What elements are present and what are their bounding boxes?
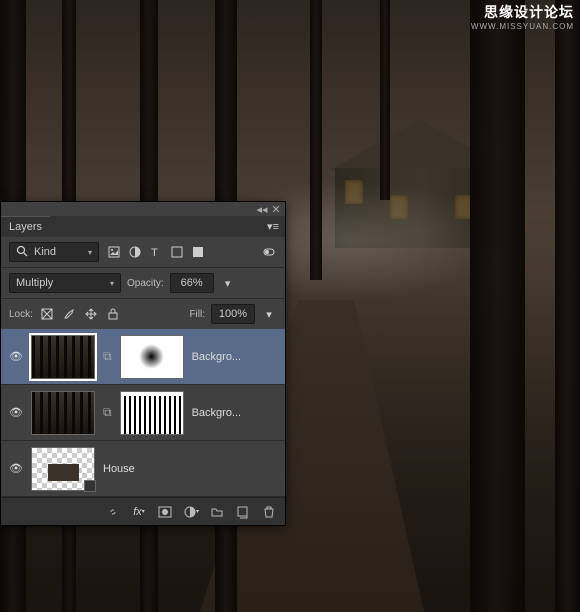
filter-toggle-icon[interactable] [261,244,277,260]
opacity-input[interactable]: 66% [170,273,214,293]
chevron-down-icon: ▾ [88,248,92,257]
filter-pixel-icon[interactable] [105,243,123,261]
layer-row[interactable]: 👁 ⧉ Backgro... [1,385,285,441]
blend-mode-select[interactable]: Multiply ▾ [9,273,121,293]
opacity-flyout-icon[interactable]: ▾ [220,275,236,291]
layer-name[interactable]: Backgro... [192,407,277,419]
mask-link-icon[interactable]: ⧉ [103,405,112,420]
filter-row: Kind ▾ T [1,237,285,267]
lock-transparent-icon[interactable] [39,306,55,322]
fill-flyout-icon[interactable]: ▾ [261,306,277,322]
layer-list: 👁 ⧉ Backgro... 👁 ⧉ Backgro... 👁 House [1,329,285,497]
smart-object-badge [84,480,96,492]
opacity-label: Opacity: [127,278,164,289]
fill-label: Fill: [189,309,205,320]
filter-type-icon[interactable]: T [147,243,165,261]
svg-text:T: T [151,247,158,259]
visibility-toggle-icon[interactable]: 👁 [9,462,23,475]
lock-label: Lock: [9,309,33,320]
watermark-url: WWW.MISSYUAN.COM [471,22,574,31]
close-icon[interactable]: ✕ [271,204,281,214]
filter-kind-select[interactable]: Kind ▾ [9,242,99,262]
search-icon [16,245,30,259]
new-layer-icon[interactable] [235,504,251,520]
visibility-toggle-icon[interactable]: 👁 [9,406,23,419]
adjustment-layer-icon[interactable]: ▾ [183,504,199,520]
tree [470,0,525,612]
fill-input[interactable]: 100% [211,304,255,324]
collapse-icon[interactable]: ◂◂ [257,204,267,214]
layer-thumbnail[interactable] [31,335,95,379]
layer-row[interactable]: 👁 ⧉ Backgro... [1,329,285,385]
tree [310,0,322,280]
layer-thumbnail[interactable] [31,447,95,491]
link-layers-icon[interactable] [105,504,121,520]
panel-header: ◂◂ ✕ [1,202,285,216]
filter-shape-icon[interactable] [168,243,186,261]
mask-link-icon[interactable]: ⧉ [103,349,112,364]
panel-menu-icon[interactable]: ▾≡ [267,220,285,233]
filter-adjust-icon[interactable] [126,243,144,261]
layers-panel: ◂◂ ✕ Layers ▾≡ Kind ▾ T Multiply ▾ Opaci… [0,201,286,526]
blend-row: Multiply ▾ Opacity: 66% ▾ [1,267,285,298]
lock-position-icon[interactable] [83,306,99,322]
layer-thumbnail[interactable] [31,391,95,435]
visibility-toggle-icon[interactable]: 👁 [9,350,23,363]
chevron-down-icon: ▾ [110,279,114,288]
filter-smart-icon[interactable] [189,243,207,261]
layer-mask-thumbnail[interactable] [120,391,184,435]
tree [555,0,580,612]
delete-layer-icon[interactable] [261,504,277,520]
lock-all-icon[interactable] [105,306,121,322]
filter-type-buttons: T [105,243,207,261]
layer-row[interactable]: 👁 House [1,441,285,497]
layer-fx-icon[interactable]: fx▾ [131,504,147,520]
tree [380,0,390,200]
group-icon[interactable] [209,504,225,520]
layer-name[interactable]: House [103,463,277,475]
lock-row: Lock: Fill: 100% ▾ [1,298,285,329]
panel-footer: fx▾ ▾ [1,497,285,525]
layers-tab[interactable]: Layers [1,216,50,237]
watermark-text: 思缘设计论坛 [484,2,574,22]
layer-mask-thumbnail[interactable] [120,335,184,379]
lock-pixels-icon[interactable] [61,306,77,322]
blend-mode-value: Multiply [16,277,53,289]
filter-label: Kind [34,246,56,258]
layer-name[interactable]: Backgro... [192,351,277,363]
add-mask-icon[interactable] [157,504,173,520]
